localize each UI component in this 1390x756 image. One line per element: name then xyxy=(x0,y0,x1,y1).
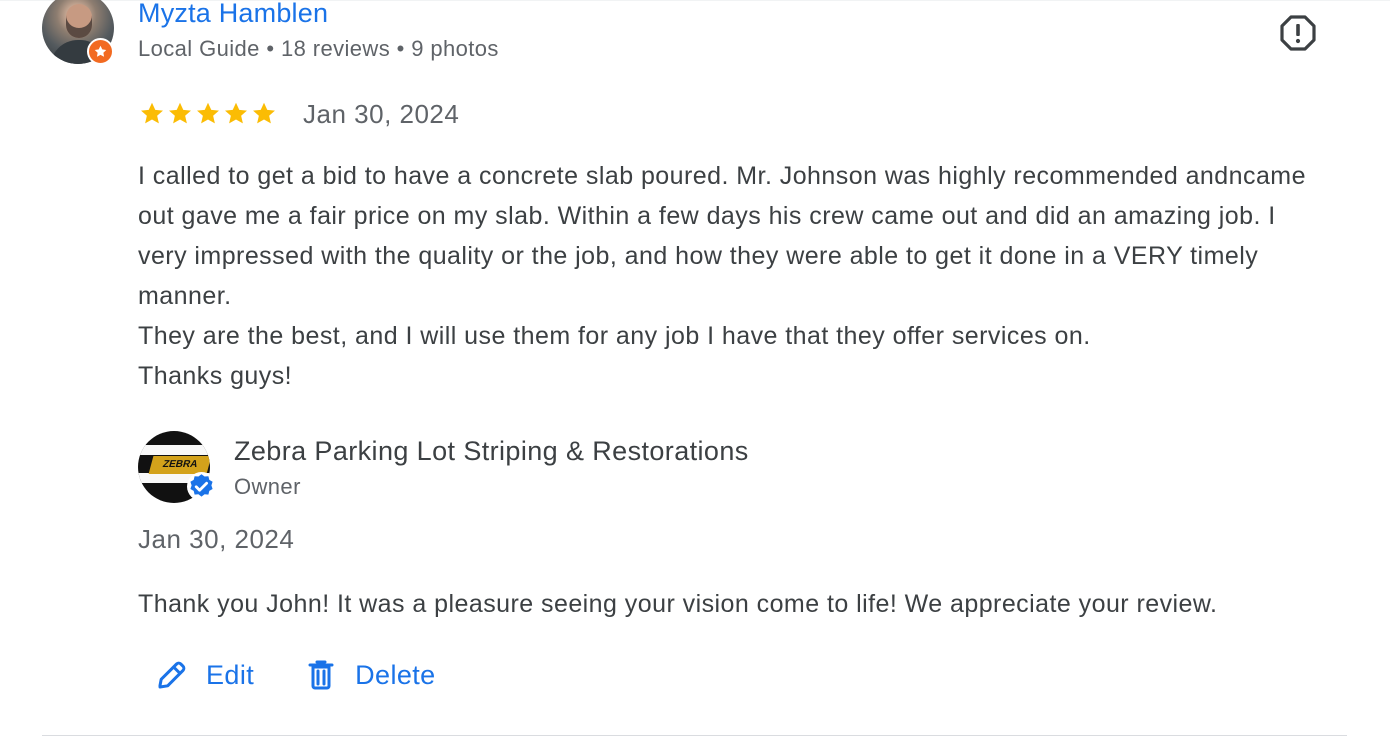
local-guide-star-icon xyxy=(87,38,114,65)
review-paragraph: They are the best, and I will use them f… xyxy=(138,322,1091,350)
review-divider xyxy=(42,735,1347,736)
reply-date: Jan 30, 2024 xyxy=(138,524,295,554)
reviewer-name-link[interactable]: Myzta Hamblen xyxy=(138,0,328,30)
star-icon xyxy=(225,102,247,124)
edit-label: Edit xyxy=(206,660,255,690)
star-icon xyxy=(141,102,163,124)
owner-reply-text: Thank you John! It was a pleasure seeing… xyxy=(138,590,1218,618)
review-card: Myzta Hamblen Local Guide • 18 reviews •… xyxy=(0,0,1390,756)
review-text: I called to get a bid to have a concrete… xyxy=(138,156,1323,396)
report-icon xyxy=(1280,15,1316,51)
star-icon xyxy=(197,102,219,124)
pencil-icon xyxy=(158,661,186,689)
reply-actions: Edit Delete xyxy=(155,655,436,695)
review-paragraph: I called to get a bid to have a concrete… xyxy=(138,162,1306,310)
edit-reply-button[interactable]: Edit xyxy=(155,655,254,695)
star-rating xyxy=(138,100,278,128)
review-date: Jan 30, 2024 xyxy=(303,99,460,129)
trash-icon xyxy=(308,660,334,690)
star-icon xyxy=(169,102,191,124)
avatar-face-shape xyxy=(66,4,92,38)
delete-label: Delete xyxy=(355,660,436,690)
verified-check-icon xyxy=(187,472,216,501)
reviewer-stats: Local Guide • 18 reviews • 9 photos xyxy=(138,36,499,61)
owner-business-name: Zebra Parking Lot Striping & Restoration… xyxy=(234,436,749,466)
delete-reply-button[interactable]: Delete xyxy=(304,655,435,695)
logo-white-stripe xyxy=(138,445,210,455)
owner-role-label: Owner xyxy=(234,474,301,499)
review-paragraph: Thanks guys! xyxy=(138,362,293,390)
report-review-button[interactable] xyxy=(1278,13,1318,53)
star-icon xyxy=(253,102,275,124)
review-rating: Jan 30, 2024 xyxy=(138,99,459,129)
